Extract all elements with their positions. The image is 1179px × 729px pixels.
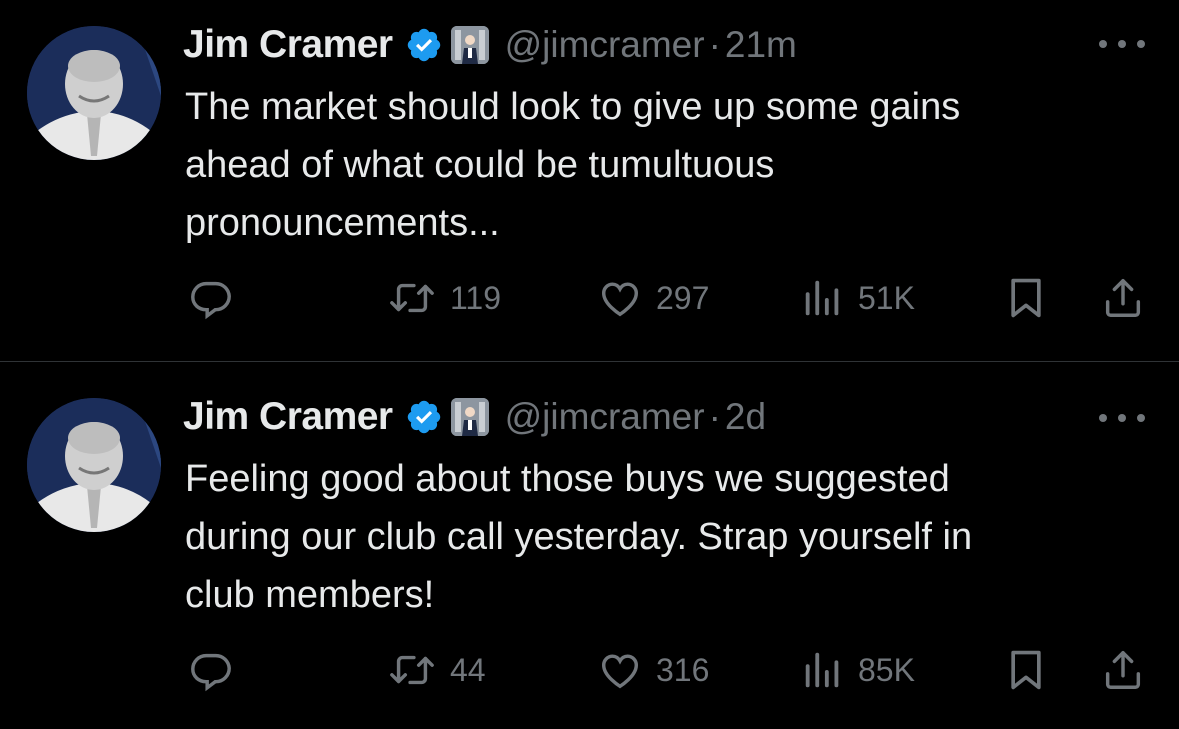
affiliate-badge-icon[interactable] — [450, 26, 489, 64]
like-icon — [596, 647, 644, 693]
bookmark-button[interactable] — [1004, 270, 1048, 326]
separator: · — [708, 24, 721, 65]
like-button[interactable]: 297 — [596, 270, 709, 326]
views-button[interactable]: 51K — [800, 270, 915, 326]
reply-icon — [188, 647, 234, 693]
retweet-button[interactable]: 119 — [386, 270, 501, 326]
like-button[interactable]: 316 — [596, 642, 709, 698]
view-count: 85K — [858, 651, 915, 688]
tweet-text: Feeling good about those buys we suggest… — [185, 458, 973, 616]
bookmark-button[interactable] — [1004, 642, 1048, 698]
affiliate-badge-icon[interactable] — [450, 398, 489, 436]
share-icon — [1100, 647, 1146, 693]
author-handle[interactable]: @jimcramer — [505, 396, 705, 438]
divider — [0, 361, 1179, 362]
tweet-actions: 44 316 85K — [0, 642, 1179, 698]
reply-button[interactable] — [188, 642, 246, 698]
retweet-count: 44 — [450, 651, 486, 688]
retweet-icon — [386, 647, 438, 693]
tweet-actions: 119 297 51K — [0, 270, 1179, 326]
retweet-icon — [386, 275, 438, 321]
author-name[interactable]: Jim Cramer — [183, 23, 393, 67]
author-name[interactable]: Jim Cramer — [183, 395, 393, 439]
separator: · — [708, 396, 721, 437]
tweet-text: The market should look to give up some g… — [185, 86, 961, 244]
avatar[interactable] — [27, 398, 161, 532]
avatar[interactable] — [27, 26, 161, 160]
verified-badge-icon[interactable] — [405, 398, 443, 436]
author-handle[interactable]: @jimcramer — [505, 24, 705, 66]
like-count: 316 — [656, 651, 710, 688]
verified-badge-icon[interactable] — [405, 26, 443, 64]
views-icon — [800, 275, 846, 321]
views-button[interactable]: 85K — [800, 642, 915, 698]
retweet-count: 119 — [450, 279, 502, 316]
share-button[interactable] — [1100, 642, 1146, 698]
timestamp[interactable]: 21m — [725, 24, 797, 66]
more-icon[interactable] — [1099, 408, 1145, 428]
like-count: 297 — [656, 279, 710, 316]
like-icon — [596, 275, 644, 321]
bookmark-icon — [1004, 275, 1048, 321]
views-icon — [800, 647, 846, 693]
view-count: 51K — [858, 279, 915, 316]
share-button[interactable] — [1100, 270, 1146, 326]
tweet[interactable]: Jim Cramer @jimcramer · 21m The market s… — [0, 0, 1179, 360]
more-icon[interactable] — [1099, 34, 1145, 54]
bookmark-icon — [1004, 647, 1048, 693]
timestamp[interactable]: 2d — [725, 396, 766, 438]
retweet-button[interactable]: 44 — [386, 642, 486, 698]
share-icon — [1100, 275, 1146, 321]
tweet[interactable]: Jim Cramer @jimcramer · 2d Feeling good … — [0, 366, 1179, 726]
reply-button[interactable] — [188, 270, 246, 326]
reply-icon — [188, 275, 234, 321]
